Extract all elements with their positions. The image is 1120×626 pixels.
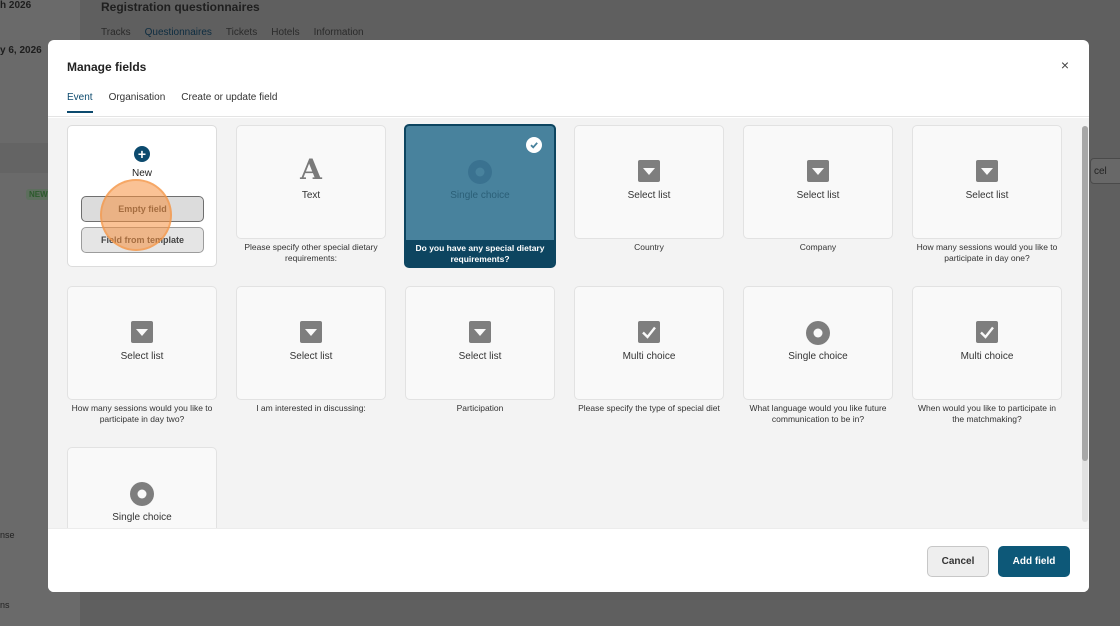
sidebar-date-2: y 6, 2026: [0, 45, 42, 56]
field-type-label: Select list: [796, 190, 840, 201]
field-caption: When would you like to participate in th…: [918, 403, 1056, 424]
field-type-label: Single choice: [450, 190, 510, 201]
dropdown-icon: [575, 160, 723, 182]
modal-footer: Cancel Add field: [48, 528, 1089, 592]
field-type-label: Multi choice: [960, 351, 1014, 362]
cancel-button[interactable]: Cancel: [927, 546, 989, 577]
plus-circle-icon: +: [134, 146, 150, 162]
background-cancel-button: cel: [1090, 158, 1120, 184]
field-caption: How many sessions would you like to part…: [916, 242, 1058, 263]
dropdown-icon: [68, 321, 216, 343]
field-card-single-choice[interactable]: Single choice: [67, 447, 217, 528]
scrollbar-thumb[interactable]: [1082, 126, 1088, 461]
manage-fields-modal: Manage fields × Event Organisation Creat…: [48, 40, 1089, 592]
field-card-select-list[interactable]: Select list: [236, 286, 386, 400]
field-type-label: Select list: [965, 190, 1009, 201]
field-card-single-choice-selected[interactable]: Single choice Do you have any special di…: [404, 124, 556, 268]
field-type-label: Text: [301, 190, 321, 201]
field-card-multi-choice[interactable]: Multi choice: [574, 286, 724, 400]
modal-tabs: Event Organisation Create or update fiel…: [67, 92, 277, 113]
add-field-button[interactable]: Add field: [998, 546, 1070, 577]
checkbox-icon: [913, 321, 1061, 343]
radio-icon: [744, 321, 892, 345]
radio-icon: [68, 482, 216, 506]
field-caption: Please specify other special dietary req…: [244, 242, 378, 263]
close-icon[interactable]: ×: [1058, 58, 1072, 72]
field-type-label: Select list: [458, 351, 502, 362]
tab-organisation[interactable]: Organisation: [109, 92, 166, 113]
field-grid: + New Empty field Field from template A …: [48, 118, 1089, 528]
checkbox-icon: [575, 321, 723, 343]
dropdown-icon: [237, 321, 385, 343]
field-card-single-choice[interactable]: Single choice: [743, 286, 893, 400]
tab-event[interactable]: Event: [67, 92, 93, 113]
field-card-select-list[interactable]: Select list: [912, 125, 1062, 239]
field-type-label: Single choice: [112, 512, 172, 523]
background-page-title: Registration questionnaires: [101, 0, 260, 14]
field-grid-scrollbar[interactable]: [1082, 126, 1088, 522]
field-type-label: Single choice: [788, 351, 848, 362]
field-caption: Participation: [456, 403, 504, 413]
field-from-template-button[interactable]: Field from template: [81, 227, 204, 253]
field-type-label: Select list: [120, 351, 164, 362]
sidebar-bottom-item-2: ns: [0, 600, 10, 610]
field-type-label: Multi choice: [622, 351, 676, 362]
field-type-label: Select list: [289, 351, 333, 362]
text-icon: A: [300, 153, 322, 186]
field-caption: Company: [799, 242, 837, 252]
sidebar-new-badge: NEW: [26, 189, 51, 200]
background-divider: [121, 590, 781, 610]
modal-title: Manage fields: [67, 60, 147, 74]
field-caption: Do you have any special dietary requirem…: [406, 240, 554, 268]
sidebar-date-1: h 2026: [0, 0, 32, 11]
dropdown-icon: [913, 160, 1061, 182]
modal-header: Manage fields × Event Organisation Creat…: [48, 40, 1089, 117]
radio-icon: [406, 160, 554, 184]
field-caption: Please specify the type of special diet: [578, 403, 720, 413]
checkmark-icon: [526, 137, 542, 153]
field-type-label: Select list: [627, 190, 671, 201]
field-caption: How many sessions would you like to part…: [71, 403, 213, 424]
tab-create-or-update-field[interactable]: Create or update field: [181, 92, 277, 113]
field-caption: What language would you like future comm…: [749, 403, 887, 424]
field-card-select-list[interactable]: Select list: [743, 125, 893, 239]
field-card-select-list[interactable]: Select list: [67, 286, 217, 400]
dropdown-icon: [744, 160, 892, 182]
new-label: New: [131, 168, 152, 179]
sidebar-bottom-item-1: nse: [0, 530, 15, 540]
field-caption: Country: [634, 242, 664, 252]
empty-field-button[interactable]: Empty field: [81, 196, 204, 222]
new-field-card: + New Empty field Field from template: [67, 125, 217, 267]
field-card-select-list[interactable]: Select list: [574, 125, 724, 239]
field-card-select-list[interactable]: Select list: [405, 286, 555, 400]
field-caption: I am interested in discussing:: [256, 403, 366, 413]
dropdown-icon: [406, 321, 554, 343]
field-card-multi-choice[interactable]: Multi choice: [912, 286, 1062, 400]
field-card-text[interactable]: A Text: [236, 125, 386, 239]
